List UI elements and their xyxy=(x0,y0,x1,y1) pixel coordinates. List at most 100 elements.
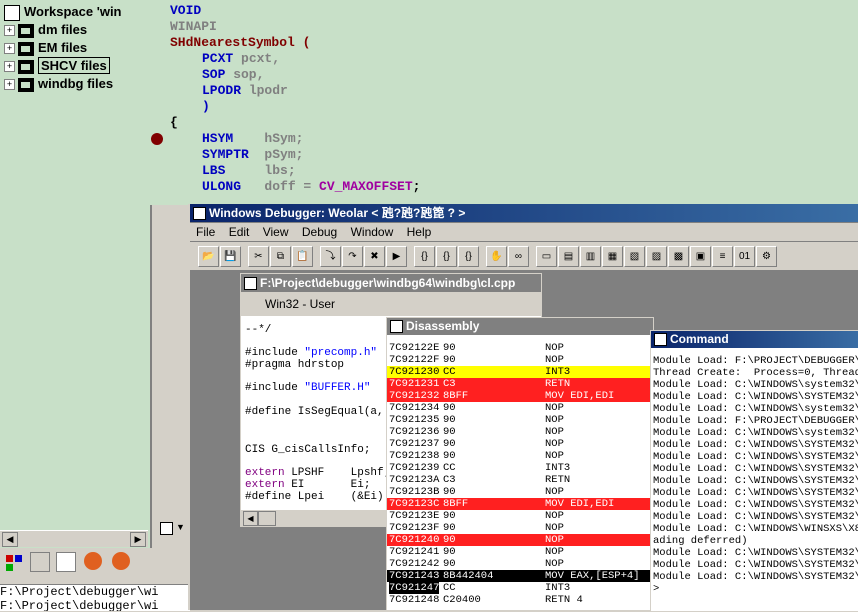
break-icon[interactable]: ✖ xyxy=(364,246,385,267)
disasm-icon[interactable]: ▩ xyxy=(668,246,689,267)
disassembly-row[interactable]: 7C92123C 8BFF MOV EDI,EDI xyxy=(387,498,653,510)
copy-icon[interactable]: ⧉ xyxy=(270,246,291,267)
src-mode-icon[interactable]: ≡ xyxy=(712,246,733,267)
cut-icon[interactable]: ✂ xyxy=(248,246,269,267)
brace2-icon[interactable]: {} xyxy=(436,246,457,267)
step-over-icon[interactable]: ↷ xyxy=(342,246,363,267)
disassembly-row[interactable]: 7C921236 90 NOP xyxy=(387,426,653,438)
disassembly-row[interactable]: 7C921240 90 NOP xyxy=(387,534,653,546)
code-identifier: hSym; xyxy=(233,131,304,146)
menu-window[interactable]: Window xyxy=(351,225,394,239)
command-line: Module Load: C:\WINDOWS\system32\nt xyxy=(653,403,858,415)
declaration: LPSHF Lpshf; xyxy=(284,467,391,479)
scratch-icon[interactable]: ▣ xyxy=(690,246,711,267)
disassembly-row[interactable]: 7C921237 90 NOP xyxy=(387,438,653,450)
menu-edit[interactable]: Edit xyxy=(229,225,250,239)
code-line: HSYM hSym; xyxy=(202,131,303,146)
menu-help[interactable]: Help xyxy=(407,225,432,239)
step-into-icon[interactable]: ⤵ xyxy=(320,246,341,267)
scroll-left-icon[interactable]: ◀ xyxy=(243,511,258,526)
open-icon[interactable]: 📂 xyxy=(198,246,219,267)
instruction-bytes: 90 xyxy=(443,354,456,366)
tree-item-shcv-files[interactable]: + SHCV files xyxy=(4,57,110,76)
preprocessor-token: #include xyxy=(245,347,305,359)
disassembly-row[interactable]: 7C921243 8B442404 MOV EAX,[ESP+4] xyxy=(387,570,653,582)
save-icon[interactable]: 💾 xyxy=(220,246,241,267)
chevron-down-icon[interactable]: ▼ xyxy=(176,522,185,532)
checkbox-icon[interactable] xyxy=(160,522,173,535)
disassembly-listing[interactable]: 7C92122E 90 NOP 7C92122F 90 NOP 7C921230 CC INT3… xyxy=(387,318,653,610)
disassembly-row[interactable]: 7C921231 C3 RETN xyxy=(387,378,653,390)
command-line: Module Load: C:\WINDOWS\SYSTEM32\ad xyxy=(653,463,858,475)
source-line: #define IsSegEqual(a, b) xyxy=(245,406,404,418)
menu-debug[interactable]: Debug xyxy=(302,225,337,239)
command-output[interactable]: Module Load: F:\PROJECT\DEBUGGER\W Thread… xyxy=(651,331,858,611)
disassembly-row[interactable]: 7C92122E 90 NOP xyxy=(387,342,653,354)
file-tab-icon[interactable] xyxy=(56,552,76,572)
scroll-right-icon[interactable]: ▶ xyxy=(130,532,146,547)
instruction-bytes: C3 xyxy=(443,474,456,486)
disassembly-row[interactable]: 7C921235 90 NOP xyxy=(387,414,653,426)
disassembly-row[interactable]: 7C921230 CC INT3 xyxy=(387,366,653,378)
instruction-address: 7C921247 xyxy=(389,582,440,594)
disassembly-row[interactable]: 7C921247 CC INT3 xyxy=(387,582,653,594)
hex-mode-icon[interactable]: 01 xyxy=(734,246,755,267)
breakpoint-icon[interactable] xyxy=(151,133,163,145)
expand-icon[interactable]: + xyxy=(4,43,15,55)
command-line: Module Load: C:\WINDOWS\SYSTEM32\rp xyxy=(653,475,858,487)
regs-icon[interactable]: ▦ xyxy=(602,246,623,267)
cmd-icon[interactable]: ▭ xyxy=(536,246,557,267)
folder-icon xyxy=(18,41,34,56)
disassembly-row[interactable]: 7C921234 90 NOP xyxy=(387,402,653,414)
disassembly-row[interactable]: 7C921239 CC INT3 xyxy=(387,462,653,474)
hand-icon[interactable]: ✋ xyxy=(486,246,507,267)
brace1-icon[interactable]: {} xyxy=(414,246,435,267)
disassembly-row[interactable]: 7C921248 C20400 RETN 4 xyxy=(387,594,653,606)
horizontal-scrollbar[interactable]: ◀ ▶ xyxy=(0,530,148,547)
tomato-tab-icon[interactable] xyxy=(84,552,102,570)
expand-icon[interactable]: + xyxy=(4,61,15,73)
disassembly-row[interactable]: 7C92122F 90 NOP xyxy=(387,354,653,366)
editor-bottom-combo[interactable]: ▼ xyxy=(152,514,188,542)
disassembly-row[interactable]: 7C921232 8BFF MOV EDI,EDI xyxy=(387,390,653,402)
menu-file[interactable]: File xyxy=(196,225,215,239)
resource-tab-icon[interactable] xyxy=(30,552,50,572)
disassembly-row[interactable]: 7C92123E 90 NOP xyxy=(387,510,653,522)
code-line: ) xyxy=(202,99,210,114)
menu-view[interactable]: View xyxy=(263,225,289,239)
command-line: Thread Create: Process=0, Thread=0 xyxy=(653,367,858,379)
debugger-title-bar[interactable]: Windows Debugger: Weolar < 瓲?瓲?瓲箆 ? > xyxy=(190,204,858,222)
instruction-address: 7C921242 xyxy=(389,558,440,570)
disassembly-row[interactable]: 7C92123F 90 NOP xyxy=(387,522,653,534)
disassembly-row[interactable]: 7C921238 90 NOP xyxy=(387,450,653,462)
watch-icon[interactable]: ▤ xyxy=(558,246,579,267)
expand-icon[interactable]: + xyxy=(4,25,15,37)
brace3-icon[interactable]: {} xyxy=(458,246,479,267)
source-hscroll[interactable]: ◀ xyxy=(241,510,386,526)
disassembly-row[interactable]: 7C92123B 90 NOP xyxy=(387,486,653,498)
paste-icon[interactable]: 📋 xyxy=(292,246,313,267)
disassembly-row[interactable]: 7C92123A C3 RETN xyxy=(387,474,653,486)
expand-icon[interactable]: + xyxy=(4,79,15,91)
locals-icon[interactable]: ▥ xyxy=(580,246,601,267)
disassembly-row[interactable]: 7C921242 90 NOP xyxy=(387,558,653,570)
scroll-thumb[interactable] xyxy=(258,511,276,526)
workspace-root[interactable]: Workspace 'win xyxy=(4,4,122,22)
memory-icon[interactable]: ▧ xyxy=(624,246,645,267)
scroll-left-icon[interactable]: ◀ xyxy=(2,532,18,547)
go-icon[interactable]: ▶ xyxy=(386,246,407,267)
tomato-tab-icon-2[interactable] xyxy=(112,552,130,570)
options-icon[interactable]: ⚙ xyxy=(756,246,777,267)
class-view-tab-icon[interactable] xyxy=(4,552,24,572)
instruction-address: 7C921240 xyxy=(389,534,440,546)
instruction-bytes: 90 xyxy=(443,426,456,438)
calls-icon[interactable]: ▨ xyxy=(646,246,667,267)
glasses-icon[interactable]: ∞ xyxy=(508,246,529,267)
code-line: SHdNearestSymbol ( xyxy=(170,35,310,50)
include-path: "BUFFER.H" xyxy=(304,382,371,394)
source-editor[interactable]: VOID WINAPI SHdNearestSymbol (PCXT pcxt, SO… xyxy=(150,0,858,205)
tree-item-windbg-files[interactable]: + windbg files xyxy=(4,76,113,94)
tree-item-em-files[interactable]: + EM files xyxy=(4,40,87,58)
disassembly-row[interactable]: 7C921241 90 NOP xyxy=(387,546,653,558)
tree-item-dm-files[interactable]: + dm files xyxy=(4,22,87,40)
